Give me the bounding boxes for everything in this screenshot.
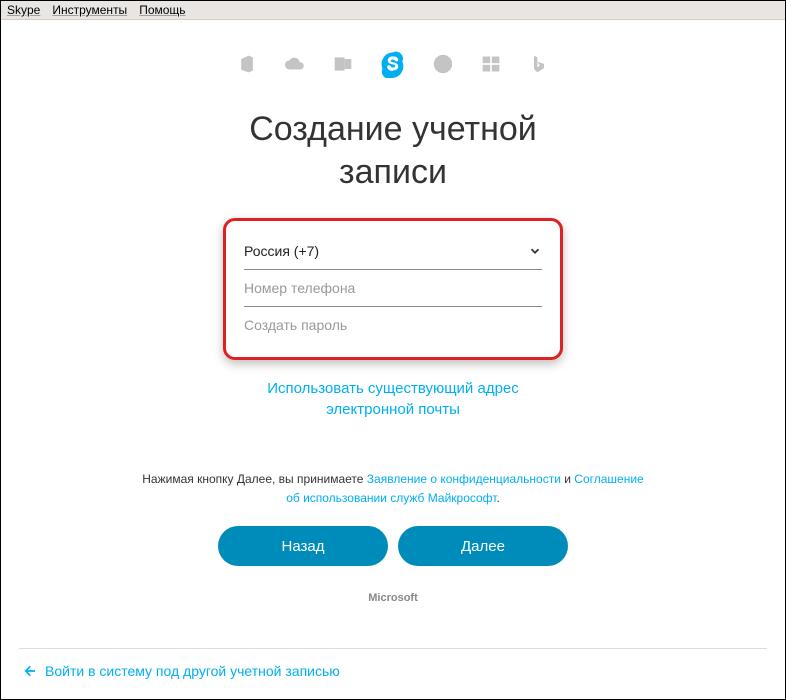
bing-icon	[527, 52, 551, 76]
onedrive-icon	[283, 52, 307, 76]
country-code-select[interactable]: Россия (+7)	[244, 233, 542, 270]
windows-icon	[479, 52, 503, 76]
brand-icon-row	[21, 20, 765, 88]
phone-input[interactable]: Номер телефона	[244, 270, 542, 307]
content-area: Создание учетной записи Россия (+7) Номе…	[1, 20, 785, 648]
phone-placeholder: Номер телефона	[244, 280, 355, 296]
microsoft-brand-footer: Microsoft	[21, 584, 765, 618]
arrow-left-icon	[21, 663, 37, 679]
menu-help[interactable]: Помощь	[139, 3, 185, 17]
skype-icon	[379, 50, 407, 78]
privacy-link[interactable]: Заявление о конфиденциальности	[367, 472, 561, 486]
outlook-icon	[331, 52, 355, 76]
menubar: Skype Инструменты Помощь	[1, 1, 785, 20]
country-code-value: Россия (+7)	[244, 243, 319, 259]
terms-text: Нажимая кнопку Далее, вы принимаете Заяв…	[21, 430, 765, 522]
password-placeholder: Создать пароль	[244, 317, 347, 333]
back-button[interactable]: Назад	[218, 526, 388, 566]
office-icon	[235, 52, 259, 76]
password-input[interactable]: Создать пароль	[244, 307, 542, 343]
page-title: Создание учетной записи	[21, 88, 765, 218]
sign-in-other-account-link[interactable]: Войти в систему под другой учетной запис…	[1, 649, 785, 693]
menu-skype[interactable]: Skype	[7, 3, 40, 17]
use-existing-email-link[interactable]: Использовать существующий адрес электрон…	[21, 360, 765, 430]
button-row: Назад Далее	[21, 522, 765, 584]
next-button[interactable]: Далее	[398, 526, 568, 566]
menu-tools[interactable]: Инструменты	[52, 3, 127, 17]
chevron-down-icon	[528, 244, 542, 258]
xbox-icon	[431, 52, 455, 76]
signup-form-highlight: Россия (+7) Номер телефона Создать парол…	[223, 218, 563, 360]
